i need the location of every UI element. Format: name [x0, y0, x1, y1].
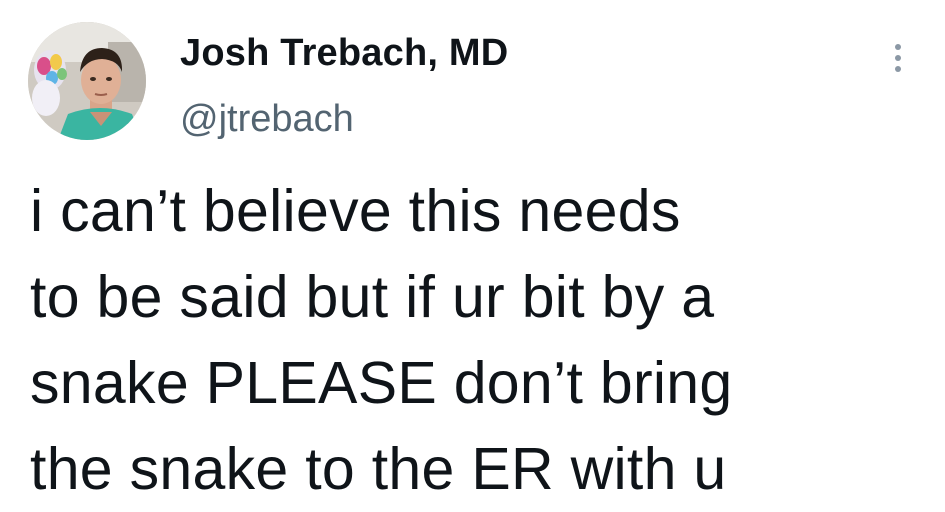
tweet-text-line: the snake to the ER with u — [30, 436, 727, 502]
avatar[interactable] — [28, 22, 146, 140]
tweet-text-line: snake PLEASE don’t bring — [30, 350, 733, 416]
author-display-name[interactable]: Josh Trebach, MD — [180, 30, 508, 76]
tweet-text-line: i can’t believe this needs — [30, 178, 681, 244]
tweet-card: Josh Trebach, MD @jtrebach i can’t belie… — [0, 0, 945, 506]
more-options-button[interactable] — [884, 38, 912, 78]
tweet-text: i can’t believe this needs to be said bu… — [30, 168, 930, 512]
profile-photo-icon — [28, 22, 146, 140]
author-handle[interactable]: @jtrebach — [180, 96, 354, 142]
tweet-text-line: to be said but if ur bit by a — [30, 264, 715, 330]
